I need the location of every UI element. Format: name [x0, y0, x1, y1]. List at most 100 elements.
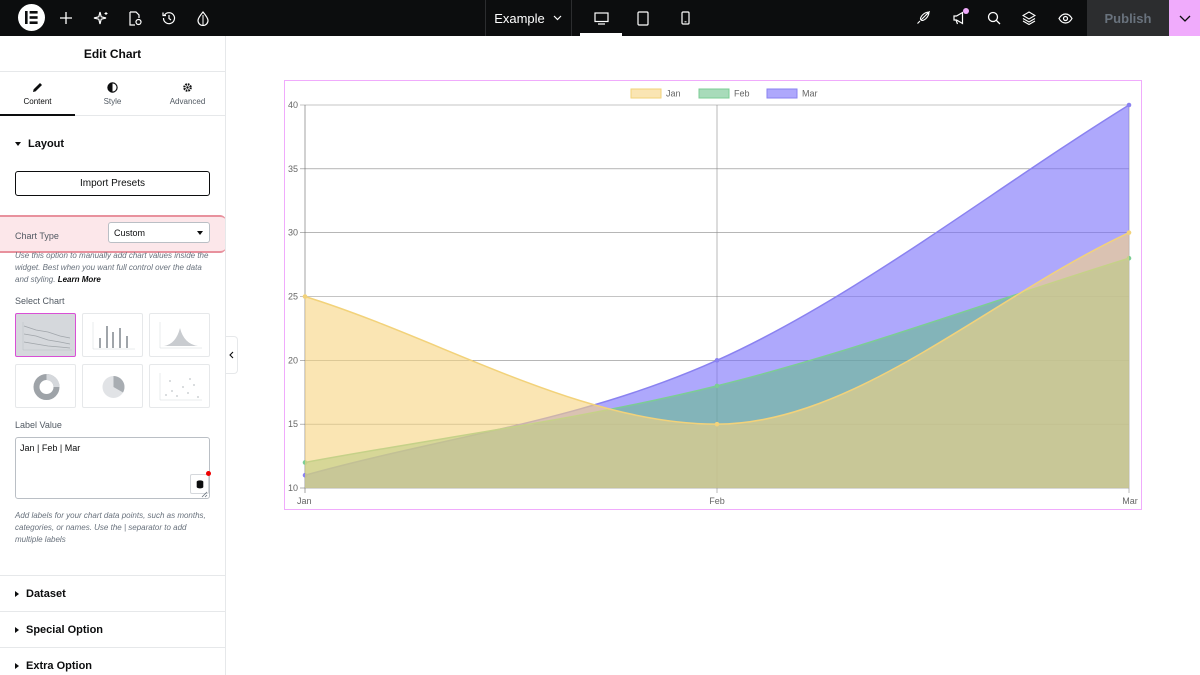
section-title: Layout [28, 138, 65, 150]
history-icon[interactable] [158, 0, 180, 36]
page-selector[interactable]: Example [486, 0, 570, 36]
dynamic-indicator-dot [206, 471, 211, 476]
publish-button[interactable]: Publish [1087, 0, 1169, 36]
tablet-icon [637, 10, 649, 26]
pencil-icon [33, 82, 42, 92]
learn-more-link[interactable]: Learn More [58, 275, 101, 284]
y-tick-label: 10 [288, 483, 298, 493]
y-tick-label: 40 [288, 100, 298, 110]
area-chart: 10 15 20 25 30 35 40 Jan Feb Mar Jan Feb Mar [288, 88, 1138, 506]
y-tick-label: 25 [288, 292, 298, 302]
section-head: Special Option [0, 624, 103, 636]
divider [571, 0, 572, 36]
tab-label: Style [103, 96, 122, 106]
chart-option-line[interactable] [15, 313, 76, 357]
collapse-panel-button[interactable] [226, 336, 238, 374]
import-presets-button[interactable]: Import Presets [15, 171, 210, 196]
select-chart-label: Select Chart [15, 296, 65, 306]
chart-widget[interactable]: 10 15 20 25 30 35 40 Jan Feb Mar Jan Feb Mar [284, 80, 1142, 510]
y-tick-label: 20 [288, 355, 298, 365]
label-value-label: Label Value [15, 420, 62, 430]
x-tick-label: Mar [1122, 496, 1138, 506]
legend-label: Mar [802, 89, 818, 99]
gear-icon [183, 82, 192, 92]
chart-type-label: Chart Type [15, 231, 59, 241]
caret-right-icon [15, 626, 19, 633]
legend-swatch [698, 88, 730, 99]
section-head: Extra Option [0, 660, 92, 672]
data-point [1126, 102, 1132, 108]
panel-tabs: Content Style Advanced [0, 72, 225, 116]
chevron-down-icon [1179, 15, 1190, 22]
notification-dot [963, 8, 969, 14]
rocket-icon[interactable] [912, 0, 934, 36]
half-circle-icon [107, 81, 118, 93]
section-title: Extra Option [26, 659, 93, 672]
chart-type-value: Custom [114, 227, 146, 238]
add-element-icon[interactable] [56, 0, 76, 36]
resize-handle-icon[interactable] [201, 491, 208, 498]
desktop-view-button[interactable] [580, 0, 622, 36]
tab-label: Content [23, 96, 52, 106]
x-tick-label: Feb [709, 496, 725, 506]
tab-content[interactable]: Content [0, 72, 75, 116]
chart-option-doughnut[interactable] [15, 364, 76, 408]
chart-option-spike[interactable] [149, 313, 210, 357]
desktop-icon [593, 11, 609, 25]
notifications-megaphone-icon[interactable] [948, 0, 970, 36]
section-title: Dataset [26, 587, 66, 600]
top-bar: Example Publish [0, 0, 1200, 36]
chart-option-scatter[interactable] [149, 364, 210, 408]
data-point [302, 294, 308, 299]
preview-eye-icon[interactable] [1054, 0, 1076, 36]
caret-right-icon [15, 590, 19, 597]
section-extra-option-header[interactable]: Extra Option [0, 647, 225, 675]
tablet-view-button[interactable] [622, 0, 664, 36]
legend-label: Feb [734, 89, 750, 99]
section-head: Dataset [0, 588, 66, 600]
label-value-textarea[interactable]: Jan | Feb | Mar [15, 437, 210, 499]
tab-advanced[interactable]: Advanced [150, 72, 225, 115]
data-point [714, 358, 720, 363]
section-layout-header[interactable]: Layout [0, 138, 64, 150]
ai-sparkle-icon[interactable] [90, 0, 112, 36]
section-dataset-header[interactable]: Dataset [0, 575, 225, 611]
label-value-help: Add labels for your chart data points, s… [15, 511, 206, 544]
chart-option-bar[interactable] [82, 313, 143, 357]
chart-type-help: Use this option to manually add chart va… [15, 250, 211, 286]
database-icon [196, 479, 203, 488]
legend-swatch [630, 88, 662, 99]
page-settings-icon[interactable] [124, 0, 146, 36]
chart-option-pie[interactable] [82, 364, 143, 408]
legend-label: Jan [666, 89, 681, 99]
legend-swatch [766, 88, 798, 99]
data-point [714, 383, 720, 389]
caret-right-icon [15, 662, 19, 669]
tab-label: Advanced [169, 96, 206, 106]
page-name: Example [494, 10, 545, 26]
y-tick-label: 35 [288, 164, 298, 174]
editor-panel: Edit Chart Content Style Advanced Layout… [0, 36, 226, 675]
data-point [1126, 230, 1132, 235]
site-settings-drop-icon[interactable] [192, 0, 214, 36]
mobile-view-button[interactable] [664, 0, 706, 36]
help-text: Use this option to manually add chart va… [15, 251, 209, 284]
elementor-logo-icon[interactable] [18, 4, 45, 31]
x-tick-label: Jan [297, 496, 312, 506]
chevron-left-icon [229, 351, 234, 359]
panel-title: Edit Chart [0, 36, 225, 72]
chevron-down-icon [553, 15, 562, 21]
tab-style[interactable]: Style [75, 72, 150, 115]
data-point [714, 421, 720, 427]
section-special-option-header[interactable]: Special Option [0, 611, 225, 647]
section-title: Special Option [26, 623, 104, 636]
search-icon[interactable] [983, 0, 1005, 36]
mobile-icon [680, 11, 690, 25]
caret-down-icon [197, 231, 203, 235]
chart-type-control: Chart Type Custom [0, 215, 225, 253]
chart-type-select[interactable]: Custom [108, 222, 210, 243]
publish-options-button[interactable] [1169, 0, 1200, 36]
y-tick-label: 30 [288, 228, 298, 238]
layers-icon[interactable] [1018, 0, 1040, 36]
y-tick-label: 15 [288, 419, 298, 429]
